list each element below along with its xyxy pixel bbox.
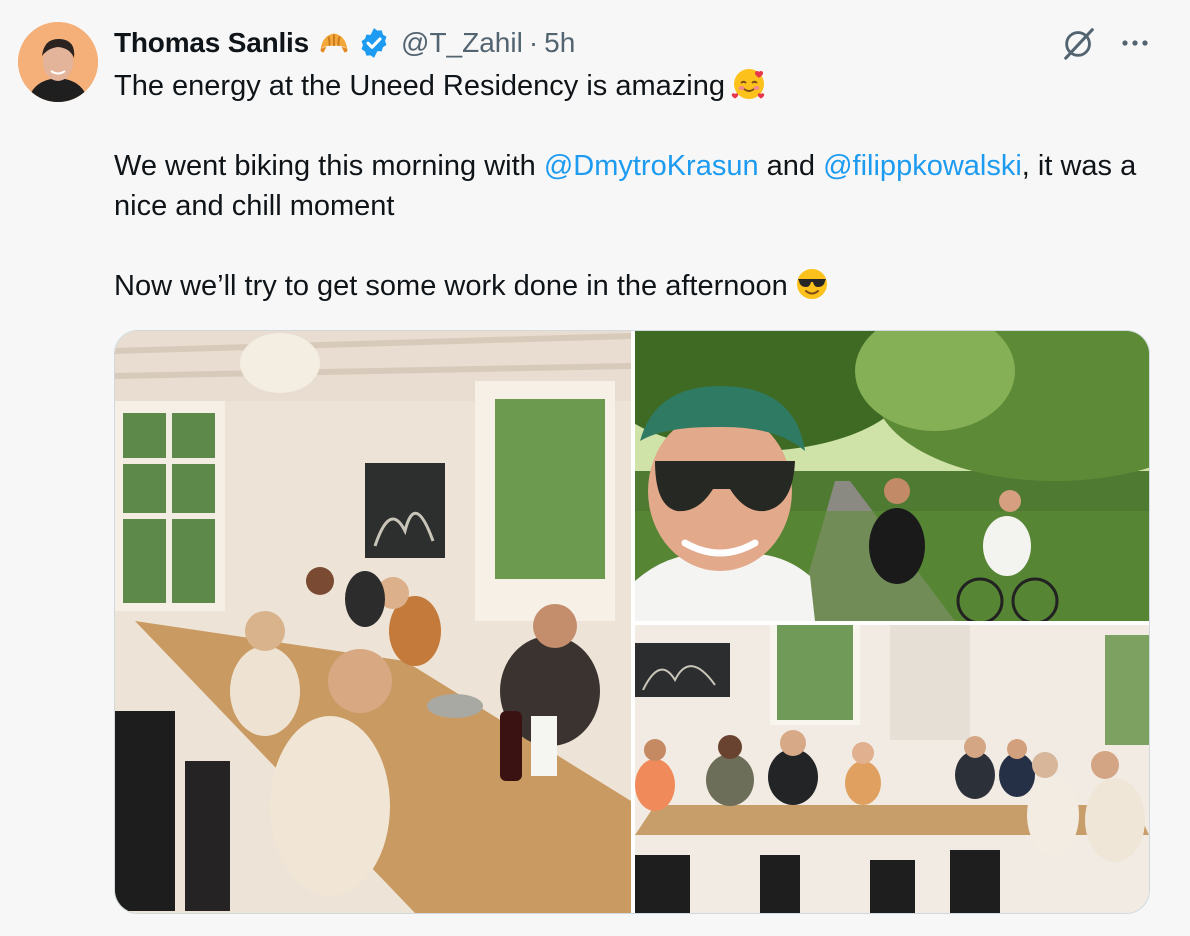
dining-room-photo-image	[115, 331, 631, 913]
smiling-face-with-sunglasses-icon	[796, 269, 827, 299]
tweet-paragraph-3: Now we’ll try to get some work done in t…	[114, 266, 1154, 306]
tweet-paragraph-1: The energy at the Uneed Residency is ama…	[114, 66, 1154, 106]
paragraph-text-part1: We went biking this morning with	[114, 150, 544, 182]
verified-badge-icon[interactable]	[357, 26, 391, 60]
grok-icon[interactable]	[1060, 24, 1098, 62]
photo-dining-table-wide[interactable]	[635, 625, 1149, 913]
tweet-paragraph-2: We went biking this morning with @Dmytro…	[114, 146, 1154, 226]
croissant-icon	[320, 33, 348, 53]
smiling-face-with-hearts-icon	[731, 69, 765, 99]
tweet-header: Thomas Sanlis @T_Zahil · 5h	[114, 24, 575, 62]
photo-cycling-selfie[interactable]	[635, 331, 1149, 621]
separator-dot: ·	[528, 27, 539, 58]
tweet-text: The energy at the Uneed Residency is ama…	[114, 66, 1154, 306]
photo-dining-room-group[interactable]	[115, 331, 631, 913]
paragraph-text: The energy at the Uneed Residency is ama…	[114, 70, 725, 102]
tweet-timestamp[interactable]: 5h	[544, 27, 575, 59]
author-avatar[interactable]	[18, 22, 98, 102]
display-name[interactable]: Thomas Sanlis	[114, 27, 309, 59]
cycling-photo-image	[635, 331, 1149, 621]
more-options-icon[interactable]	[1118, 26, 1152, 60]
avatar-image	[18, 22, 98, 102]
paragraph-text-part2: and	[758, 150, 824, 182]
paragraph-text: Now we’ll try to get some work done in t…	[114, 270, 788, 302]
tweet-actions-top	[1060, 24, 1152, 62]
tweet-media-grid	[114, 330, 1150, 914]
dining-table-photo-image	[635, 625, 1149, 913]
author-handle[interactable]: @T_Zahil	[401, 27, 523, 59]
mention-link-filippkowalski[interactable]: @filippkowalski	[823, 150, 1022, 182]
mention-link-dmytrokrasun[interactable]: @DmytroKrasun	[544, 150, 759, 182]
